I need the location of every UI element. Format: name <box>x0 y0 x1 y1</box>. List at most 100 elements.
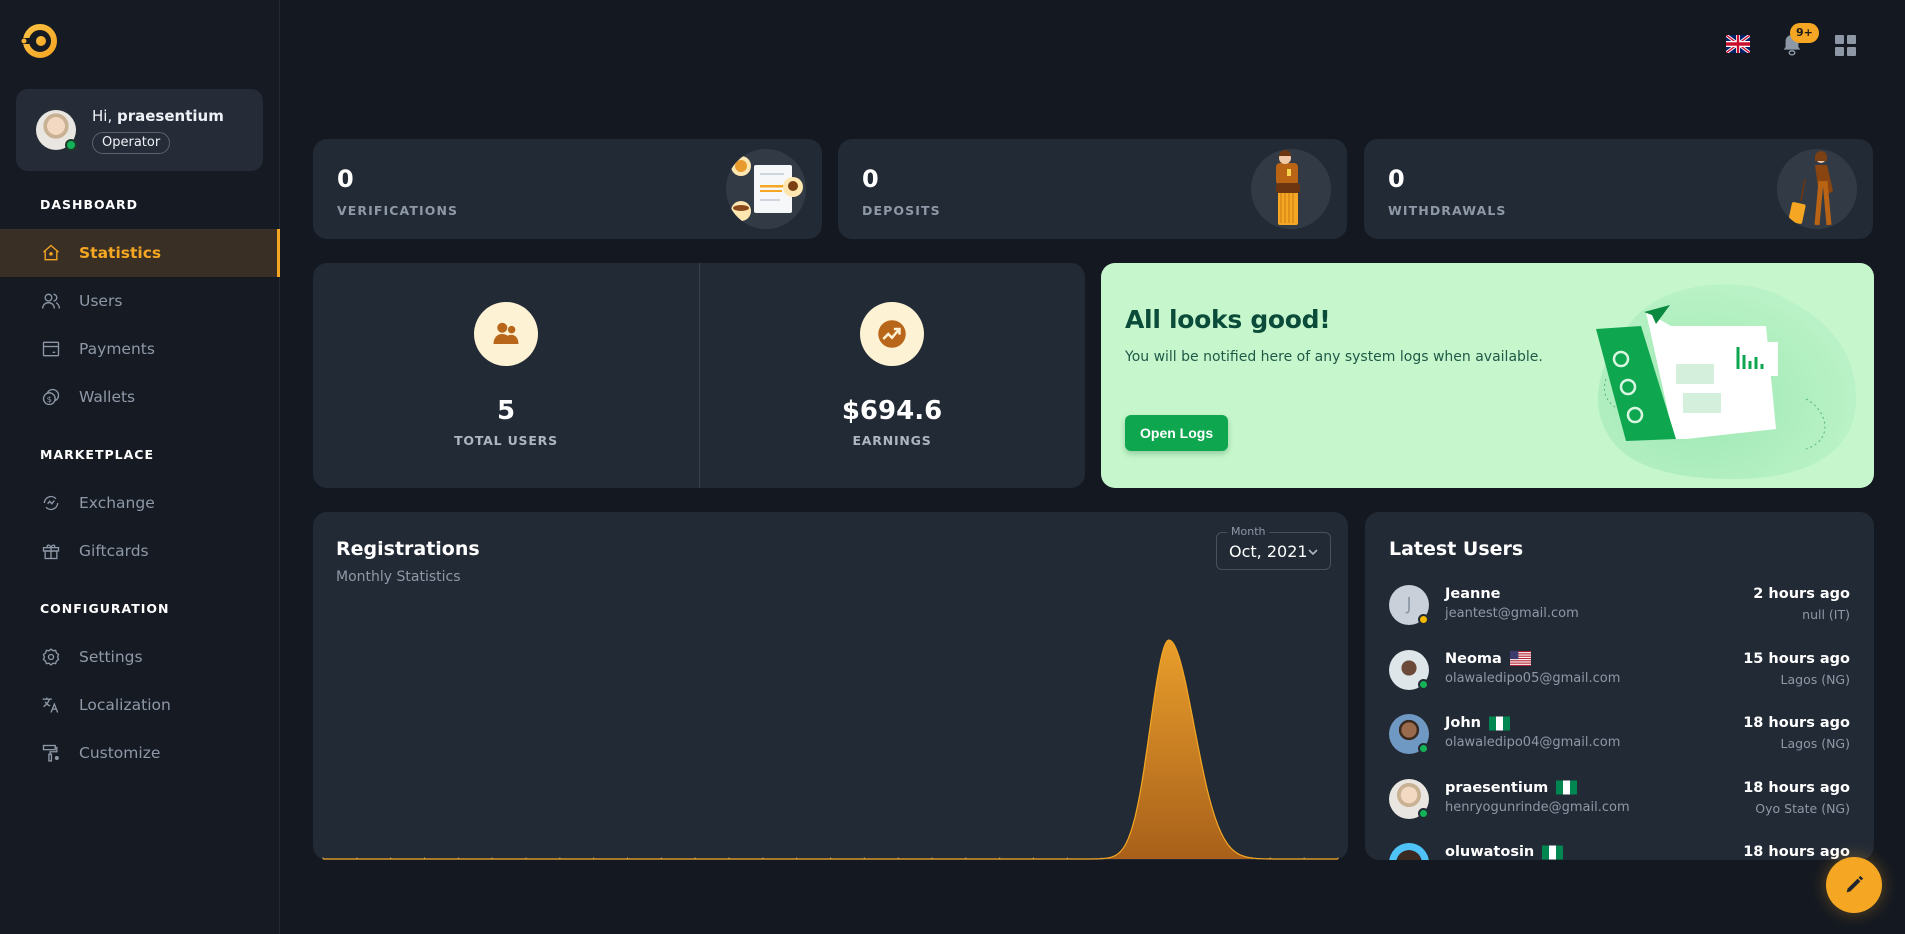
paint-roller-icon <box>42 744 59 762</box>
kpi-earnings: $694.6 EARNINGS <box>699 263 1085 488</box>
user-name-text: Jeanne <box>1445 586 1501 602</box>
sidebar-item-payments[interactable]: Payments <box>0 325 280 373</box>
translate-icon <box>42 697 59 713</box>
user-time: 15 hours ago <box>1743 650 1850 667</box>
user-list-item[interactable]: Neoma olawaledipo05@gmail.com 15 hours ago… <box>1389 647 1850 693</box>
month-select-value: Oct, 2021 <box>1229 542 1308 561</box>
user-email: jeantest@gmail.com <box>1445 606 1579 621</box>
user-list-item[interactable]: praesentium henryogunrinde@gmail.com 18 ho… <box>1389 776 1850 822</box>
status-dot <box>1418 807 1429 819</box>
gear-icon <box>42 648 60 666</box>
online-status-dot <box>65 139 77 151</box>
sidebar-item-users[interactable]: Users <box>0 277 280 325</box>
sidebar-item-label: Wallets <box>79 388 136 406</box>
profile-card[interactable]: Hi, praesentium Operator <box>16 89 263 171</box>
sidebar-item-giftcards[interactable]: Giftcards <box>0 527 280 575</box>
user-name: John <box>1445 715 1511 731</box>
users-icon <box>493 322 519 344</box>
flag-ng-icon <box>1542 845 1564 859</box>
card-icon <box>42 341 60 357</box>
sidebar-item-localization[interactable]: Localization <box>0 681 280 729</box>
kpi-label: TOTAL USERS <box>454 433 558 448</box>
kpi-value: $694.6 <box>841 396 943 426</box>
user-list-item[interactable]: J Jeanne jeantest@gmail.com 2 hours ago null… <box>1389 582 1850 628</box>
app-logo-icon[interactable] <box>19 22 57 60</box>
user-list-item[interactable]: John olawaledipo04@gmail.com 18 hours ago L… <box>1389 711 1850 757</box>
user-time: 18 hours ago <box>1743 844 1850 860</box>
status-dot <box>1418 743 1429 754</box>
kpi-icon-circle <box>860 302 924 366</box>
greeting: Hi, praesentium <box>92 107 224 125</box>
user-time: 18 hours ago <box>1743 715 1850 731</box>
pencil-icon <box>1846 875 1864 893</box>
registrations-title: Registrations <box>336 538 480 560</box>
registrations-card: Registrations Monthly Statistics Month O… <box>313 512 1348 860</box>
sidebar-item-customize[interactable]: Customize <box>0 729 280 777</box>
user-email: henryogunrinde@gmail.com <box>1445 799 1630 815</box>
users-icon <box>42 293 60 309</box>
apps-grid-icon[interactable] <box>1835 35 1856 56</box>
sidebar-item-label: Settings <box>79 648 143 666</box>
user-name-text: John <box>1445 715 1482 731</box>
sidebar: Hi, praesentium Operator DASHBOARD Stati… <box>0 0 280 934</box>
sidebar-item-label: Payments <box>79 340 155 358</box>
sidebar-item-label: Statistics <box>79 244 162 262</box>
gift-icon <box>42 544 60 560</box>
coins-icon: $ <box>42 388 60 406</box>
kpi-total-users: 5 TOTAL USERS <box>313 263 699 488</box>
language-flag-uk-icon[interactable] <box>1726 35 1750 53</box>
user-list-item[interactable]: oluwatosin 18 hours ago <box>1389 840 1850 860</box>
user-location: Lagos (NG) <box>1780 671 1850 687</box>
section-title-marketplace: MARKETPLACE <box>40 447 155 462</box>
section-title-dashboard: DASHBOARD <box>40 197 139 212</box>
registrations-chart <box>322 639 1339 860</box>
flag-ng-icon <box>1489 716 1511 730</box>
latest-users-title: Latest Users <box>1389 538 1524 560</box>
stat-card-withdrawals: 0 WITHDRAWALS <box>1364 139 1873 239</box>
sidebar-item-statistics[interactable]: Statistics <box>0 229 280 277</box>
stat-value: 0 <box>337 165 354 193</box>
sidebar-item-label: Giftcards <box>79 542 149 560</box>
sidebar-item-label: Localization <box>79 696 171 714</box>
kpi-label: EARNINGS <box>852 433 932 448</box>
chart-area-series-registrations <box>323 640 1338 859</box>
user-name: oluwatosin <box>1445 844 1564 860</box>
kpi-card: 5 TOTAL USERS $694.6 EARNINGS <box>313 263 1085 488</box>
kpi-icon-circle <box>474 302 538 366</box>
notifications-badge: 9+ <box>1790 23 1819 43</box>
user-name-text: oluwatosin <box>1445 844 1535 860</box>
flag-ng-icon <box>1556 780 1578 795</box>
month-select[interactable]: Month Oct, 2021 <box>1216 525 1331 570</box>
user-email: olawaledipo04@gmail.com <box>1445 735 1621 750</box>
sidebar-item-wallets[interactable]: $ Wallets <box>0 373 280 421</box>
sidebar-item-label: Users <box>79 292 123 310</box>
user-name: Jeanne <box>1445 586 1501 602</box>
kpi-value: 5 <box>496 396 516 426</box>
latest-users-card: Latest Users J Jeanne jeantest@gmail.com 2 … <box>1365 512 1874 860</box>
flag-us-icon <box>1509 651 1531 666</box>
user-location: Oyo State (NG) <box>1755 800 1850 816</box>
svg-text:$: $ <box>47 394 52 404</box>
edit-fab-button[interactable] <box>1826 857 1882 913</box>
stat-card-verifications: 0 VERIFICATIONS <box>313 139 822 239</box>
stat-label: VERIFICATIONS <box>337 203 459 218</box>
status-dot <box>1418 678 1429 690</box>
system-logs-card: All looks good! You will be notified her… <box>1101 263 1874 488</box>
traveler-sitting-illustration-icon <box>1251 149 1331 229</box>
logs-title: All looks good! <box>1125 305 1331 334</box>
stat-card-deposits: 0 DEPOSITS <box>838 139 1347 239</box>
user-name: praesentium <box>1445 779 1578 796</box>
open-logs-button[interactable]: Open Logs <box>1125 415 1229 451</box>
user-name-text: Neoma <box>1445 650 1502 667</box>
month-select-label: Month <box>1227 525 1270 538</box>
sidebar-item-exchange[interactable]: Exchange <box>0 479 280 527</box>
user-name-text: praesentium <box>1445 779 1549 796</box>
trending-up-icon <box>878 320 906 348</box>
sidebar-item-settings[interactable]: Settings <box>0 633 280 681</box>
stat-value: 0 <box>862 165 879 193</box>
user-location: null (IT) <box>1802 607 1850 622</box>
stat-value: 0 <box>1388 165 1405 193</box>
home-icon <box>43 244 59 261</box>
user-name: Neoma <box>1445 651 1531 667</box>
username: praesentium <box>117 107 224 125</box>
